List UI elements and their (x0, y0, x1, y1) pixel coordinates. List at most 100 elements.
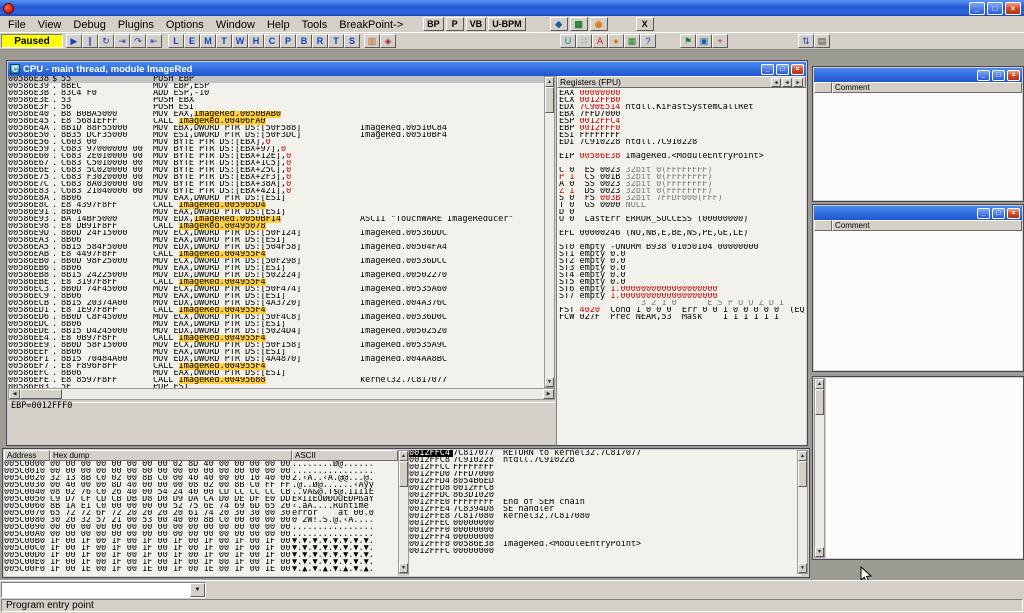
comment-window-1[interactable]: _ □ × Comment (812, 66, 1024, 202)
disasm-row[interactable]: 00586EE4.E8 0B97F8FFCALL ImageRed.004955… (8, 335, 544, 342)
diamond-icon[interactable]: ◆ (550, 17, 568, 31)
stack-row[interactable]: 0012FFF000000000 (409, 527, 801, 534)
combobox-value[interactable] (2, 583, 190, 597)
register-line[interactable]: FST 4020 Cond 1 0 0 0 Err 0 0 1 0 0 0 0 … (557, 307, 806, 314)
maximize-icon[interactable]: □ (987, 2, 1003, 15)
dump-row[interactable]: 005C009000 00 00 00 00 00 00 00 00 00 00… (4, 524, 398, 531)
registers-pane[interactable]: Registers (FPU) ◂ ◂ ▸ EAX 00000000ECX 00… (556, 76, 806, 445)
toolbar-letter-t-3[interactable]: T (216, 34, 232, 48)
register-line[interactable]: D 0 (557, 209, 806, 216)
cpu-window[interactable]: C CPU - main thread, module ImageRed _ □… (6, 60, 808, 446)
dump-row[interactable]: 005C00D01F 00 1F 00 1F 00 1F 00 1F 00 1F… (4, 552, 398, 559)
toolbar-letter-l-0[interactable]: L (168, 34, 184, 48)
cpu-titlebar[interactable]: C CPU - main thread, module ImageRed _ □… (8, 62, 806, 76)
plugin-button-ubpm[interactable]: U-BPM (488, 17, 526, 31)
register-line[interactable]: ST3 empty 0.0 (557, 265, 806, 272)
analysis-button[interactable]: ∷ (576, 34, 592, 48)
close-icon[interactable]: × (1007, 208, 1020, 219)
pause-button[interactable]: ∥ (82, 34, 98, 48)
stack-row[interactable]: 0012FFE87C817080kernel32.7C817080 (409, 513, 801, 520)
stack-row[interactable]: 0012FFD80012FFC8 (409, 485, 801, 492)
register-line[interactable]: O 0 LastErr ERROR_SUCCESS (00000000) (557, 216, 806, 223)
step-over-button[interactable]: ↷ (130, 34, 146, 48)
dump-row[interactable]: 005C003000 40 00 00 8D 40 00 00 00 08 02… (4, 482, 398, 489)
register-line[interactable]: ST2 empty 0.0 (557, 258, 806, 265)
stack-row[interactable]: 0012FFD48054B6ED (409, 478, 801, 485)
menu-item-view[interactable]: View (32, 17, 68, 33)
menu-item-options[interactable]: Options (160, 17, 210, 33)
help-button[interactable]: ? (640, 34, 656, 48)
register-line[interactable] (557, 223, 806, 230)
disasm-row[interactable]: 00586EFC.8B06MOV EAX,DWORD PTR DS:[ESI] (8, 370, 544, 377)
disassembly-scrollbar[interactable]: ▲ ▼ (544, 76, 555, 388)
windows-button[interactable]: ▣ (696, 34, 712, 48)
disasm-row[interactable]: 00586E45.E8 5681EFFFCALL ImageRed.00406F… (8, 118, 544, 125)
toolbar-letter-b-8[interactable]: B (296, 34, 312, 48)
register-line[interactable]: EDI 7C910228 ntdll.7C910228 (557, 139, 806, 146)
menu-item-breakpoint[interactable]: BreakPoint-> (333, 17, 409, 33)
flag-button[interactable]: ⚑ (680, 34, 696, 48)
register-line[interactable] (557, 160, 806, 167)
toolbar-letter-e-1[interactable]: E (184, 34, 200, 48)
register-line[interactable]: EFL 00000246 (NO,NB,E,BE,NS,PE,GE,LE) (557, 230, 806, 237)
disasm-row[interactable]: 00586E6E.C683 5C020000 00MOV BYTE PTR DS… (8, 167, 544, 174)
memory-map-button[interactable]: ▦ (624, 34, 640, 48)
disasm-row[interactable]: 00586EF7.E8 F896F8FFCALL ImageRed.004955… (8, 363, 544, 370)
disasm-row[interactable]: 00586E3B.83C4 F0ADD ESP,-10 (8, 90, 544, 97)
scroll-down-icon[interactable]: ▼ (545, 377, 554, 387)
menu-item-plugins[interactable]: Plugins (112, 17, 160, 33)
scrollbar-thumb[interactable] (399, 461, 408, 487)
plugin-button-vb[interactable]: VB (466, 17, 487, 31)
register-line[interactable]: ST0 empty -UNORM B938 01050104 00000000 (557, 244, 806, 251)
stack-row[interactable]: 0012FFF800586E38ImageRed.<ModuleEntryPoi… (409, 541, 801, 548)
disasm-row[interactable]: 00586E39.8BECMOV EBP,ESP (8, 83, 544, 90)
menu-item-help[interactable]: Help (261, 17, 296, 33)
scrollbar-thumb[interactable] (815, 389, 824, 415)
dump-window[interactable]: Address Hex dump ASCII 005C000000 00 00 … (2, 448, 810, 578)
minimize-icon[interactable]: _ (977, 208, 990, 219)
patch-window-button[interactable]: ▥ (364, 34, 380, 48)
toolbar-letter-c-6[interactable]: C (264, 34, 280, 48)
toolbar-letter-r-9[interactable]: R (312, 34, 328, 48)
disasm-row[interactable]: 00586E8A.8B06MOV EAX,DWORD PTR DS:[ESI] (8, 195, 544, 202)
register-line[interactable]: ST4 empty 0.0 (557, 272, 806, 279)
dump-row[interactable]: 005C00B01F 00 1F 00 1F 00 1F 00 1F 00 1F… (4, 538, 398, 545)
dump-row[interactable]: 005C000000 00 00 00 00 00 00 00 02 8D 40… (4, 461, 398, 468)
register-line[interactable]: A 0 SS 0023 32bit 0(FFFFFFFF) (557, 181, 806, 188)
register-line[interactable]: Z 1 DS 0023 32bit 0(FFFFFFFF) (557, 188, 806, 195)
disasm-row[interactable]: 00586EC3.8B0D 74F45000MOV ECX,DWORD PTR … (8, 286, 544, 293)
plugin-bar-close-button[interactable]: X (636, 17, 654, 31)
disasm-row[interactable]: 00586E59.C683 97000000 00MOV BYTE PTR DS… (8, 146, 544, 153)
disasm-row[interactable]: 00586E9D.8B0D 24F15000MOV ECX,DWORD PTR … (8, 230, 544, 237)
register-line[interactable] (557, 237, 806, 244)
register-line[interactable]: FCW 027F Prec NEAR,53 Mask 1 1 1 1 1 1 (557, 314, 806, 321)
dump-row[interactable]: 005C004008 02 76 C0 26 40 00 54 24 40 00… (4, 489, 398, 496)
disassembly-pane[interactable]: 00586E38$55PUSH EBP00586E39.8BECMOV EBP,… (8, 76, 544, 388)
disasm-row[interactable]: 00586EB6.8B06MOV EAX,DWORD PTR DS:[ESI] (8, 265, 544, 272)
disasm-row[interactable]: 00586E38$55PUSH EBP (8, 76, 544, 83)
scroll-down-icon[interactable]: ▼ (815, 547, 824, 557)
register-line[interactable]: ST5 empty 0.0 (557, 279, 806, 286)
comment-window-1-titlebar[interactable]: _ □ × (814, 68, 1022, 82)
stack-row[interactable]: 0012FFF400000000 (409, 534, 801, 541)
disasm-row[interactable]: 00586EB8.8B15 24225000MOV EDX,DWORD PTR … (8, 272, 544, 279)
dump-row[interactable]: 005C00F01F 00 1E 00 1F 00 1E 00 1F 00 1E… (4, 566, 398, 573)
toolbar-letter-m-2[interactable]: M (200, 34, 216, 48)
stack-scrollbar[interactable]: ▲ ▼ (797, 450, 808, 574)
disasm-row[interactable]: 00586EDC.8B06MOV EAX,DWORD PTR DS:[ESI] (8, 321, 544, 328)
disasm-row[interactable]: 00586EEF.8B06MOV EAX,DWORD PTR DS:[ESI] (8, 349, 544, 356)
register-line[interactable]: ECX 0012FFB0 (557, 97, 806, 104)
scrollbar-track[interactable] (545, 87, 554, 377)
register-line[interactable]: ESP 0012FFC4 (557, 118, 806, 125)
register-line[interactable]: C 0 ES 0023 32bit 0(FFFFFFFF) (557, 167, 806, 174)
dump-row[interactable]: 005C00608B 1A E1 C0 00 00 00 00 52 75 6E… (4, 503, 398, 510)
stack-row[interactable]: 0012FFDC863D1020 (409, 492, 801, 499)
dump-row[interactable]: 005C001000 00 00 00 00 00 00 00 00 00 00… (4, 468, 398, 475)
fpu-next-icon[interactable]: ▸ (793, 78, 803, 87)
stack-pane[interactable]: 0012FFC47C817077RETURN to kernel32.7C817… (409, 450, 801, 576)
stack-row[interactable]: 0012FFD07FFD7000 (409, 471, 801, 478)
register-line[interactable]: ST6 empty 1.0000000000000000000 (557, 286, 806, 293)
disasm-row[interactable]: 00586E93.BA 14BF5000MOV EDX,ImageRed.005… (8, 216, 544, 223)
menu-item-file[interactable]: File (2, 17, 32, 33)
toolbar-letter-w-4[interactable]: W (232, 34, 248, 48)
